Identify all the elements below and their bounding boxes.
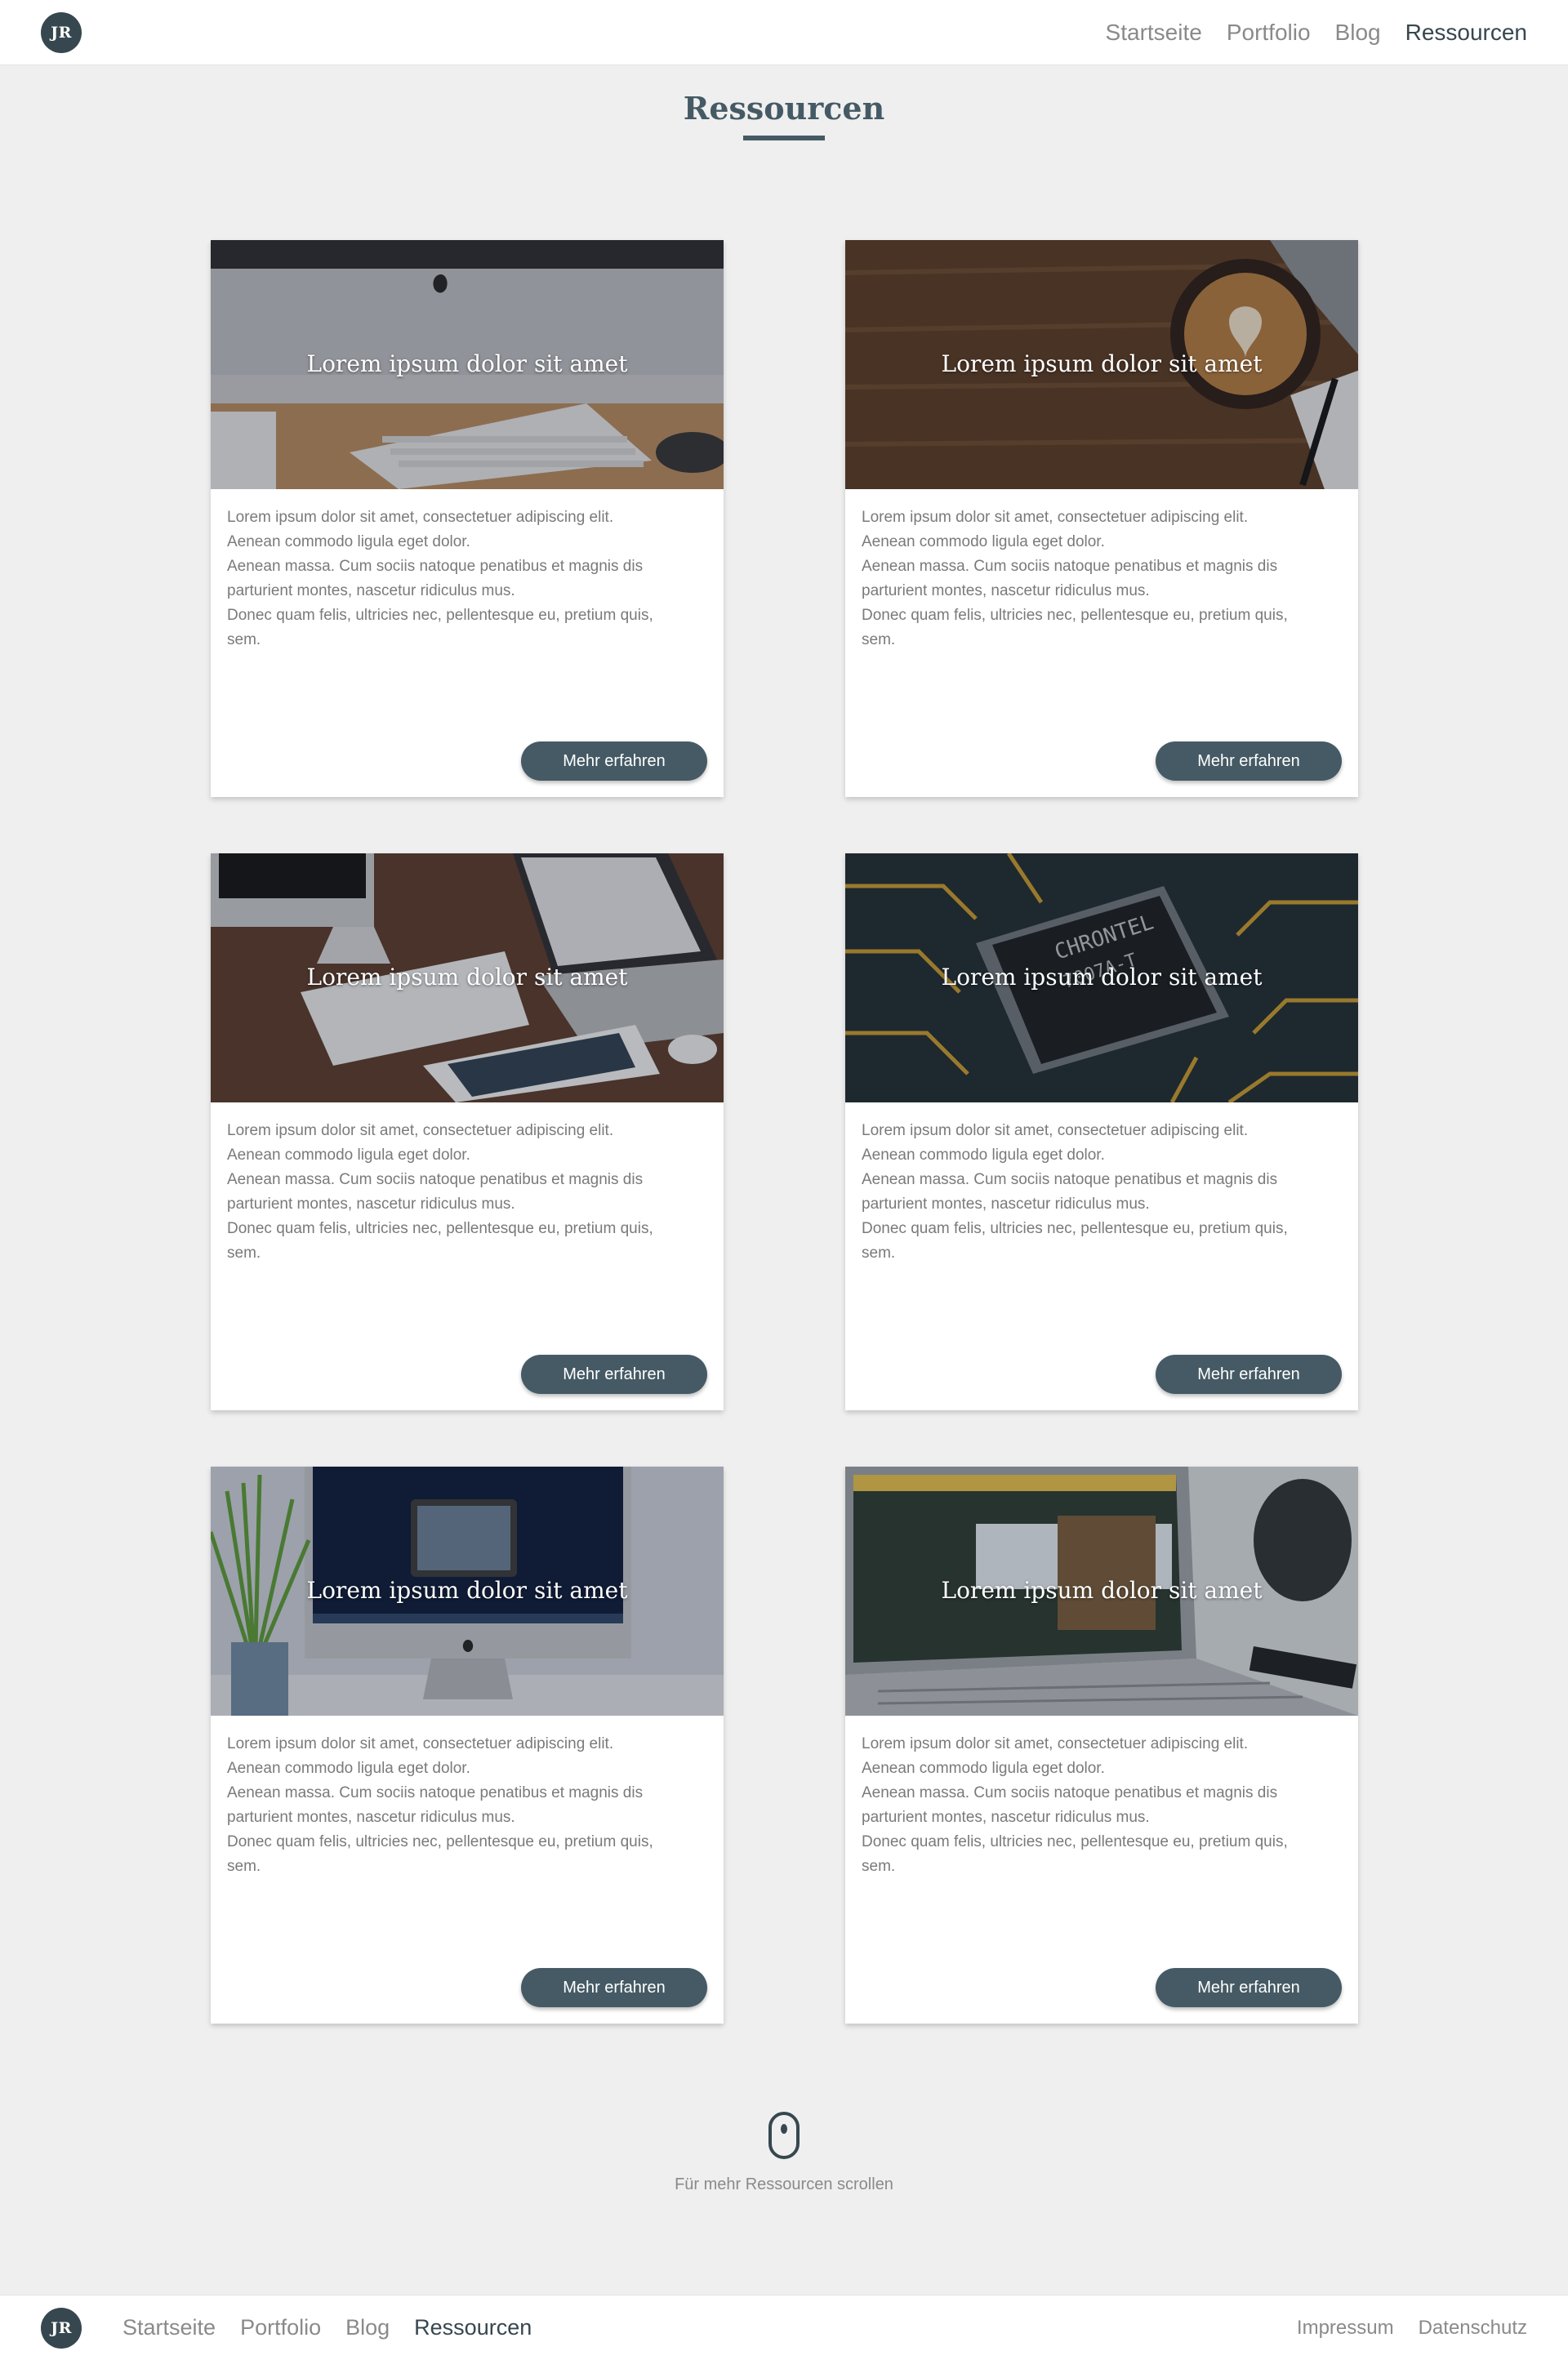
footer-nav-ressourcen[interactable]: Ressourcen [414, 2315, 532, 2340]
card-title: Lorem ipsum dolor sit amet [941, 964, 1263, 991]
resource-card: Lorem ipsum dolor sit amet Lorem ipsum d… [211, 853, 724, 1410]
resource-card: Lorem ipsum dolor sit amet Lorem ipsum d… [845, 1467, 1358, 2024]
footer-nav: JR Startseite Portfolio Blog Ressourcen [41, 2307, 532, 2349]
site-footer: JR Startseite Portfolio Blog Ressourcen … [0, 2295, 1568, 2360]
footer-nav-blog[interactable]: Blog [345, 2315, 390, 2340]
card-title: Lorem ipsum dolor sit amet [941, 350, 1263, 377]
footer-legal: Impressum Datenschutz [1297, 2317, 1527, 2340]
logo-avatar[interactable]: JR [41, 11, 82, 53]
card-text: Lorem ipsum dolor sit amet, consectetuer… [862, 1735, 1288, 1875]
page-title: Ressourcen [683, 90, 885, 127]
card-title: Lorem ipsum dolor sit amet [941, 1577, 1263, 1604]
card-title: Lorem ipsum dolor sit amet [306, 350, 628, 377]
resource-card: Lorem ipsum dolor sit amet Lorem ipsum d… [211, 1467, 724, 2024]
card-image-imac-keyboard: Lorem ipsum dolor sit amet [211, 240, 724, 489]
scroll-hint-text: Für mehr Ressourcen scrollen [675, 2175, 893, 2193]
mouse-icon [768, 2112, 800, 2159]
nav-item-blog[interactable]: Blog [1335, 20, 1381, 46]
footer-nav-startseite[interactable]: Startseite [122, 2315, 216, 2340]
main-nav: Startseite Portfolio Blog Ressourcen [1106, 20, 1527, 46]
footer-impressum-link[interactable]: Impressum [1297, 2317, 1394, 2340]
more-button[interactable]: Mehr erfahren [1156, 741, 1342, 781]
more-button[interactable]: Mehr erfahren [521, 741, 707, 781]
resource-card: CHRONTEL 7007A-T Lorem ipsum dolor sit a… [845, 853, 1358, 1410]
resource-card: Lorem ipsum dolor sit amet Lorem ipsum d… [211, 240, 724, 797]
card-title: Lorem ipsum dolor sit amet [306, 964, 628, 991]
footer-logo-avatar[interactable]: JR [41, 2307, 82, 2349]
more-button[interactable]: Mehr erfahren [521, 1968, 707, 2007]
card-image-coffee: Lorem ipsum dolor sit amet [845, 240, 1358, 489]
resource-grid: Lorem ipsum dolor sit amet Lorem ipsum d… [0, 0, 1568, 2360]
card-image-circuit-board: CHRONTEL 7007A-T Lorem ipsum dolor sit a… [845, 853, 1358, 1102]
nav-item-portfolio[interactable]: Portfolio [1227, 20, 1311, 46]
card-text: Lorem ipsum dolor sit amet, consectetuer… [227, 509, 653, 648]
card-text: Lorem ipsum dolor sit amet, consectetuer… [227, 1735, 653, 1875]
resource-card: Lorem ipsum dolor sit amet Lorem ipsum d… [845, 240, 1358, 797]
card-image-imac-macbook: Lorem ipsum dolor sit amet [211, 853, 724, 1102]
nav-item-startseite[interactable]: Startseite [1106, 20, 1202, 46]
card-image-laptop-twitter: Lorem ipsum dolor sit amet [845, 1467, 1358, 1716]
card-image-imac-plant: Lorem ipsum dolor sit amet [211, 1467, 724, 1716]
card-text: Lorem ipsum dolor sit amet, consectetuer… [862, 509, 1288, 648]
footer-nav-portfolio[interactable]: Portfolio [240, 2315, 321, 2340]
more-button[interactable]: Mehr erfahren [1156, 1355, 1342, 1394]
title-underline [743, 136, 825, 140]
card-text: Lorem ipsum dolor sit amet, consectetuer… [227, 1122, 653, 1262]
card-title: Lorem ipsum dolor sit amet [306, 1577, 628, 1604]
more-button[interactable]: Mehr erfahren [521, 1355, 707, 1394]
site-header: JR Startseite Portfolio Blog Ressourcen [0, 0, 1568, 65]
footer-datenschutz-link[interactable]: Datenschutz [1419, 2317, 1527, 2340]
more-button[interactable]: Mehr erfahren [1156, 1968, 1342, 2007]
nav-item-ressourcen[interactable]: Ressourcen [1405, 20, 1527, 46]
card-text: Lorem ipsum dolor sit amet, consectetuer… [862, 1122, 1288, 1262]
